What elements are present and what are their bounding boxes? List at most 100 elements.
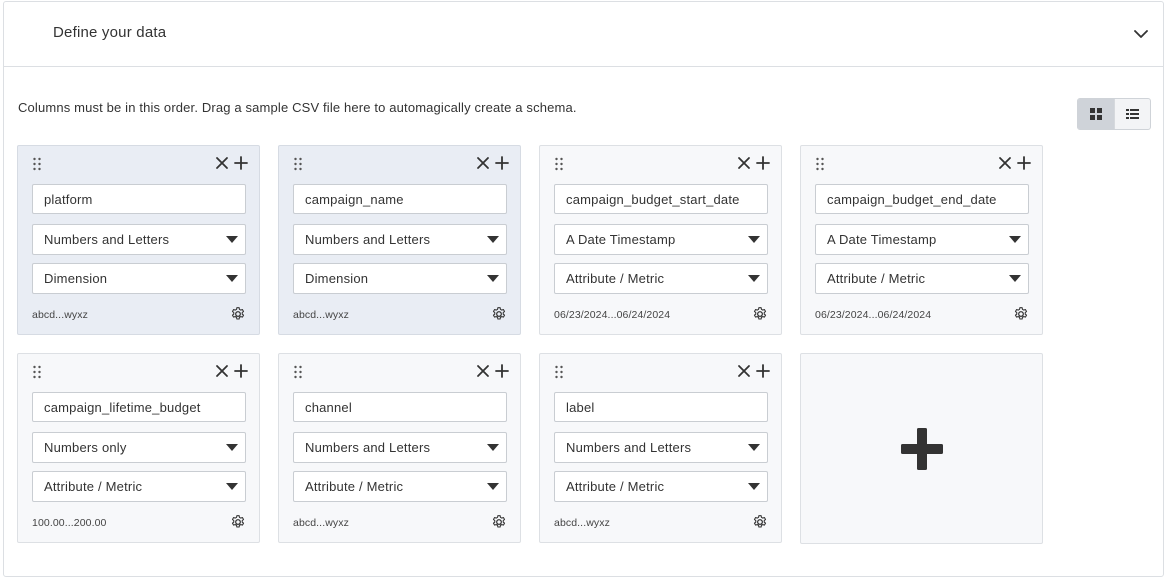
column-type-select[interactable]: A Date Timestamp xyxy=(554,224,768,255)
column-role-value: Attribute / Metric xyxy=(566,479,665,494)
caret-down-icon xyxy=(226,236,238,243)
caret-down-icon xyxy=(748,483,760,490)
drag-handle-icon[interactable] xyxy=(554,157,564,171)
drag-handle-icon[interactable] xyxy=(32,365,42,379)
column-name-input[interactable] xyxy=(293,184,507,214)
plus-icon[interactable] xyxy=(494,155,510,171)
column-name-input[interactable] xyxy=(815,184,1029,214)
grid-view-button[interactable] xyxy=(1078,99,1114,129)
drag-handle-icon[interactable] xyxy=(293,365,303,379)
sample-values: abcd...wyxz xyxy=(293,517,349,529)
close-icon[interactable] xyxy=(736,155,752,171)
column-role-select[interactable]: Attribute / Metric xyxy=(554,471,768,502)
column-role-value: Attribute / Metric xyxy=(305,479,404,494)
column-card[interactable]: Numbers and Letters Dimension abcd...wyx… xyxy=(278,145,521,335)
column-role-select[interactable]: Attribute / Metric xyxy=(32,471,246,502)
column-type-select[interactable]: Numbers and Letters xyxy=(554,432,768,463)
column-card[interactable]: Numbers and Letters Attribute / Metric a… xyxy=(278,353,521,543)
gear-icon[interactable] xyxy=(752,514,768,530)
list-view-button[interactable] xyxy=(1114,99,1150,129)
caret-down-icon xyxy=(748,236,760,243)
drag-handle-icon[interactable] xyxy=(815,157,825,171)
column-type-select[interactable]: Numbers only xyxy=(32,432,246,463)
plus-icon[interactable] xyxy=(755,155,771,171)
column-name-input[interactable] xyxy=(554,184,768,214)
chevron-down-icon[interactable] xyxy=(1131,24,1151,44)
column-type-value: A Date Timestamp xyxy=(566,232,676,247)
plus-icon xyxy=(900,427,943,470)
caret-down-icon xyxy=(487,483,499,490)
gear-icon[interactable] xyxy=(230,514,246,530)
sample-values: 100.00...200.00 xyxy=(32,517,107,529)
close-icon[interactable] xyxy=(214,155,230,171)
column-type-select[interactable]: Numbers and Letters xyxy=(293,432,507,463)
caret-down-icon xyxy=(226,275,238,282)
caret-down-icon xyxy=(1009,236,1021,243)
plus-icon[interactable] xyxy=(755,363,771,379)
caret-down-icon xyxy=(487,236,499,243)
close-icon[interactable] xyxy=(475,155,491,171)
sample-values: abcd...wyxz xyxy=(293,309,349,321)
column-card[interactable]: Numbers and Letters Dimension abcd...wyx… xyxy=(17,145,260,335)
plus-icon[interactable] xyxy=(494,363,510,379)
gear-icon[interactable] xyxy=(752,306,768,322)
plus-icon[interactable] xyxy=(1016,155,1032,171)
plus-icon[interactable] xyxy=(233,155,249,171)
column-type-value: Numbers and Letters xyxy=(305,232,431,247)
sample-values: abcd...wyxz xyxy=(32,309,88,321)
column-card[interactable]: A Date Timestamp Attribute / Metric 06/2… xyxy=(800,145,1043,335)
column-type-select[interactable]: A Date Timestamp xyxy=(815,224,1029,255)
column-type-value: Numbers and Letters xyxy=(44,232,170,247)
close-icon[interactable] xyxy=(475,363,491,379)
list-view-icon xyxy=(1126,109,1139,119)
column-type-value: Numbers and Letters xyxy=(305,440,431,455)
column-name-input[interactable] xyxy=(32,392,246,422)
add-column-button[interactable] xyxy=(800,353,1043,544)
caret-down-icon xyxy=(748,275,760,282)
grid-view-icon xyxy=(1090,108,1102,120)
panel-header[interactable]: Define your data xyxy=(4,2,1163,67)
column-card[interactable]: A Date Timestamp Attribute / Metric 06/2… xyxy=(539,145,782,335)
close-icon[interactable] xyxy=(997,155,1013,171)
column-role-value: Attribute / Metric xyxy=(44,479,143,494)
gear-icon[interactable] xyxy=(491,306,507,322)
column-role-value: Attribute / Metric xyxy=(566,271,665,286)
column-name-input[interactable] xyxy=(32,184,246,214)
column-name-input[interactable] xyxy=(293,392,507,422)
column-role-select[interactable]: Attribute / Metric xyxy=(815,263,1029,294)
gear-icon[interactable] xyxy=(230,306,246,322)
caret-down-icon xyxy=(487,444,499,451)
caret-down-icon xyxy=(487,275,499,282)
drag-handle-icon[interactable] xyxy=(554,365,564,379)
caret-down-icon xyxy=(226,444,238,451)
view-toggle xyxy=(1077,98,1151,130)
caret-down-icon xyxy=(226,483,238,490)
column-type-value: Numbers and Letters xyxy=(566,440,692,455)
column-role-value: Attribute / Metric xyxy=(827,271,926,286)
plus-icon[interactable] xyxy=(233,363,249,379)
panel-title: Define your data xyxy=(53,24,167,41)
sample-values: 06/23/2024...06/24/2024 xyxy=(554,309,671,321)
column-name-input[interactable] xyxy=(554,392,768,422)
drag-handle-icon[interactable] xyxy=(293,157,303,171)
column-card[interactable]: Numbers and Letters Attribute / Metric a… xyxy=(539,353,782,543)
close-icon[interactable] xyxy=(214,363,230,379)
instructions-text: Columns must be in this order. Drag a sa… xyxy=(18,100,577,115)
gear-icon[interactable] xyxy=(491,514,507,530)
column-role-select[interactable]: Attribute / Metric xyxy=(554,263,768,294)
column-role-select[interactable]: Attribute / Metric xyxy=(293,471,507,502)
column-card[interactable]: Numbers only Attribute / Metric 100.00..… xyxy=(17,353,260,543)
column-type-select[interactable]: Numbers and Letters xyxy=(293,224,507,255)
column-role-select[interactable]: Dimension xyxy=(32,263,246,294)
caret-down-icon xyxy=(748,444,760,451)
sample-values: 06/23/2024...06/24/2024 xyxy=(815,309,932,321)
column-type-select[interactable]: Numbers and Letters xyxy=(32,224,246,255)
gear-icon[interactable] xyxy=(1013,306,1029,322)
drag-handle-icon[interactable] xyxy=(32,157,42,171)
column-type-value: Numbers only xyxy=(44,440,127,455)
sample-values: abcd...wyxz xyxy=(554,517,610,529)
close-icon[interactable] xyxy=(736,363,752,379)
column-role-select[interactable]: Dimension xyxy=(293,263,507,294)
caret-down-icon xyxy=(1009,275,1021,282)
column-type-value: A Date Timestamp xyxy=(827,232,937,247)
